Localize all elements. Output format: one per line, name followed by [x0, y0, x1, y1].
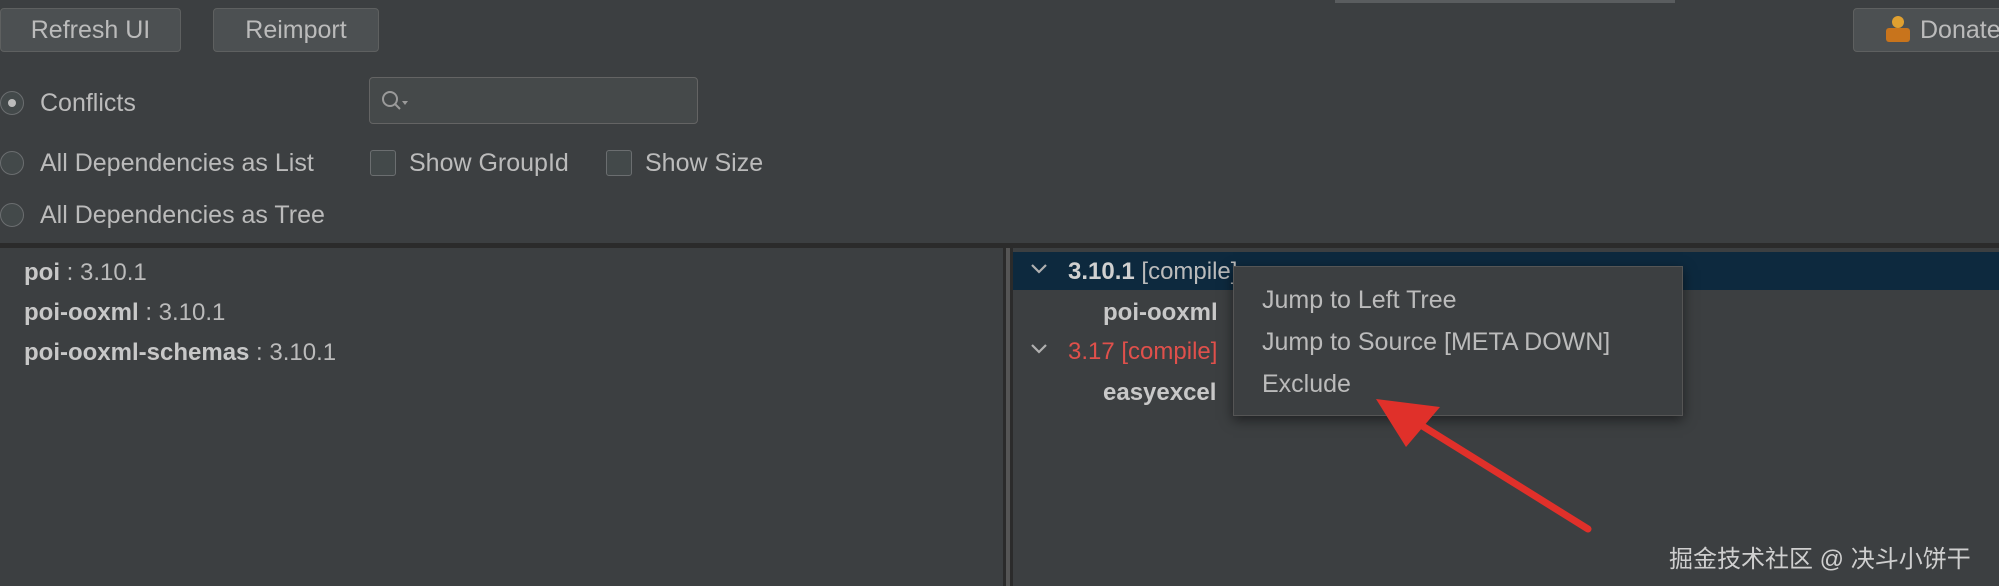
tree-node-version[interactable]: 3.10.1 [compile] — [1068, 258, 1237, 286]
menu-item-jump-to-source[interactable]: Jump to Source [META DOWN] — [1234, 322, 1682, 362]
all-list-label: All Dependencies as List — [40, 149, 314, 177]
context-menu: Jump to Left Tree Jump to Source [META D… — [1233, 266, 1683, 416]
refresh-ui-button[interactable]: Refresh UI — [0, 8, 181, 52]
conflicts-label: Conflicts — [40, 89, 136, 117]
reimport-button[interactable]: Reimport — [213, 8, 379, 52]
show-size-checkbox[interactable] — [606, 150, 632, 176]
menu-item-jump-left-tree[interactable]: Jump to Left Tree — [1234, 280, 1682, 320]
conflicts-radio[interactable] — [0, 91, 24, 115]
watermark: 掘金技术社区 @ 决斗小饼干 — [1669, 546, 1971, 573]
all-list-radio[interactable] — [0, 151, 24, 175]
splitter-handle[interactable] — [1003, 248, 1013, 586]
chevron-down-icon[interactable] — [1030, 262, 1048, 276]
donate-label: Donate — [1920, 15, 1999, 44]
tree-node-artifact[interactable]: poi-ooxml — [1103, 299, 1218, 327]
tree-node-conflict-version[interactable]: 3.17 [compile] — [1068, 338, 1217, 366]
search-input[interactable] — [369, 77, 698, 124]
search-icon — [382, 91, 408, 110]
show-groupid-label: Show GroupId — [409, 149, 569, 177]
show-size-label: Show Size — [645, 149, 764, 177]
list-item[interactable]: poi-ooxml-schemas : 3.10.1 — [24, 339, 336, 367]
all-tree-radio[interactable] — [0, 203, 24, 227]
chevron-down-icon[interactable] — [1030, 342, 1048, 356]
top-divider — [1335, 0, 1675, 3]
donate-button[interactable]: Donate — [1853, 8, 1999, 52]
donate-icon — [1884, 16, 1912, 44]
left-tree-panel[interactable]: poi : 3.10.1 poi-ooxml : 3.10.1 poi-ooxm… — [0, 248, 1003, 586]
annotation-arrow-icon — [1376, 399, 1592, 533]
list-item[interactable]: poi-ooxml : 3.10.1 — [24, 299, 225, 327]
show-groupid-checkbox[interactable] — [370, 150, 396, 176]
tree-node-artifact[interactable]: easyexcel — [1103, 379, 1216, 407]
all-tree-label: All Dependencies as Tree — [40, 201, 325, 229]
list-item[interactable]: poi : 3.10.1 — [24, 259, 147, 287]
